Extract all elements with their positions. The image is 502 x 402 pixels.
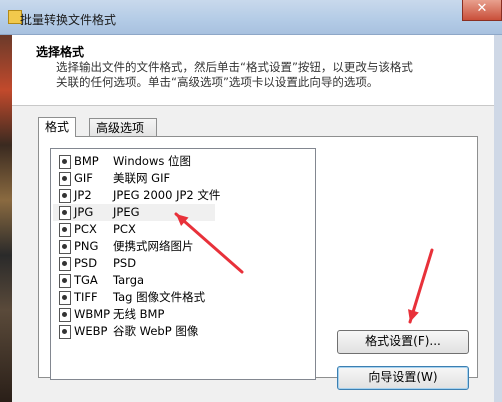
format-description: PSD (113, 256, 137, 270)
format-description: Tag 图像文件格式 (113, 290, 206, 304)
wizard-settings-button[interactable]: 向导设置(W) (337, 366, 469, 390)
format-item-psd[interactable]: PSD PSD (53, 255, 213, 272)
format-code: TGA (74, 273, 98, 287)
format-list[interactable]: BMP Windows 位图 GIF 美联网 GIF JP2 JPEG 2000 JP2 … (50, 148, 316, 380)
close-button[interactable]: ✕ (462, 0, 502, 21)
tab-advanced-options[interactable]: 高级选项 (89, 118, 157, 137)
format-item-webp[interactable]: WEBP 谷歌 WebP 图像 (53, 323, 213, 340)
title-bar: 批量转换文件格式 ✕ (0, 0, 502, 35)
wizard-header: 选择格式 选择输出文件的文件格式，然后单击“格式设置”按钮，以更改与该格式 关联… (12, 35, 494, 106)
format-item-jpg[interactable]: JPG JPEG (53, 204, 215, 221)
format-item-png[interactable]: PNG 便携式网络图片 (53, 238, 213, 255)
image-file-icon (59, 308, 71, 322)
image-file-icon (59, 223, 71, 237)
header-title: 选择格式 (36, 45, 85, 59)
format-description: Targa (113, 273, 145, 287)
format-description: PCX (113, 222, 136, 236)
format-code: JP2 (74, 188, 92, 202)
window-title: 批量转换文件格式 (20, 13, 117, 27)
image-file-icon (59, 240, 71, 254)
format-description: 无线 BMP (113, 307, 165, 321)
format-item-wbmp[interactable]: WBMP 无线 BMP (53, 306, 213, 323)
tab-format[interactable]: 格式 (38, 117, 77, 137)
image-file-icon (59, 274, 71, 288)
header-description: 选择输出文件的文件格式，然后单击“格式设置”按钮，以更改与该格式 关联的任何选项… (56, 60, 476, 90)
image-file-icon (59, 189, 71, 203)
format-item-bmp[interactable]: BMP Windows 位图 (53, 153, 213, 170)
format-code: BMP (74, 154, 99, 168)
format-item-pcx[interactable]: PCX PCX (53, 221, 213, 238)
format-description: 美联网 GIF (113, 171, 171, 185)
format-code: WEBP (74, 324, 108, 338)
image-file-icon (59, 206, 71, 220)
format-description: Windows 位图 (113, 154, 191, 168)
image-file-icon (59, 291, 71, 305)
format-code: WBMP (74, 307, 111, 321)
format-item-tiff[interactable]: TIFF Tag 图像文件格式 (53, 289, 213, 306)
format-description: 便携式网络图片 (113, 239, 194, 253)
image-file-icon (59, 257, 71, 271)
format-code: PNG (74, 239, 99, 253)
format-code: PSD (74, 256, 98, 270)
background-strip-right (494, 35, 502, 402)
image-file-icon (59, 155, 71, 169)
format-description: 谷歌 WebP 图像 (113, 324, 199, 338)
format-code: JPG (74, 205, 94, 219)
format-description: JPEG 2000 JP2 文件 (113, 188, 221, 202)
format-item-jp2[interactable]: JP2 JPEG 2000 JP2 文件 (53, 187, 220, 204)
format-code: TIFF (74, 290, 98, 304)
format-description: JPEG (113, 205, 140, 219)
background-photo-strip (0, 35, 12, 402)
image-file-icon (59, 172, 71, 186)
format-code: GIF (74, 171, 93, 185)
format-code: PCX (74, 222, 97, 236)
header-description-line-1: 选择输出文件的文件格式，然后单击“格式设置”按钮，以更改与该格式 (56, 60, 413, 74)
header-description-line-2: 关联的任何选项。单击“高级选项”选项卡以设置此向导的选项。 (56, 75, 379, 89)
format-item-tga[interactable]: TGA Targa (53, 272, 213, 289)
format-settings-button[interactable]: 格式设置(F)... (337, 330, 469, 354)
format-item-gif[interactable]: GIF 美联网 GIF (53, 170, 213, 187)
image-file-icon (59, 325, 71, 339)
